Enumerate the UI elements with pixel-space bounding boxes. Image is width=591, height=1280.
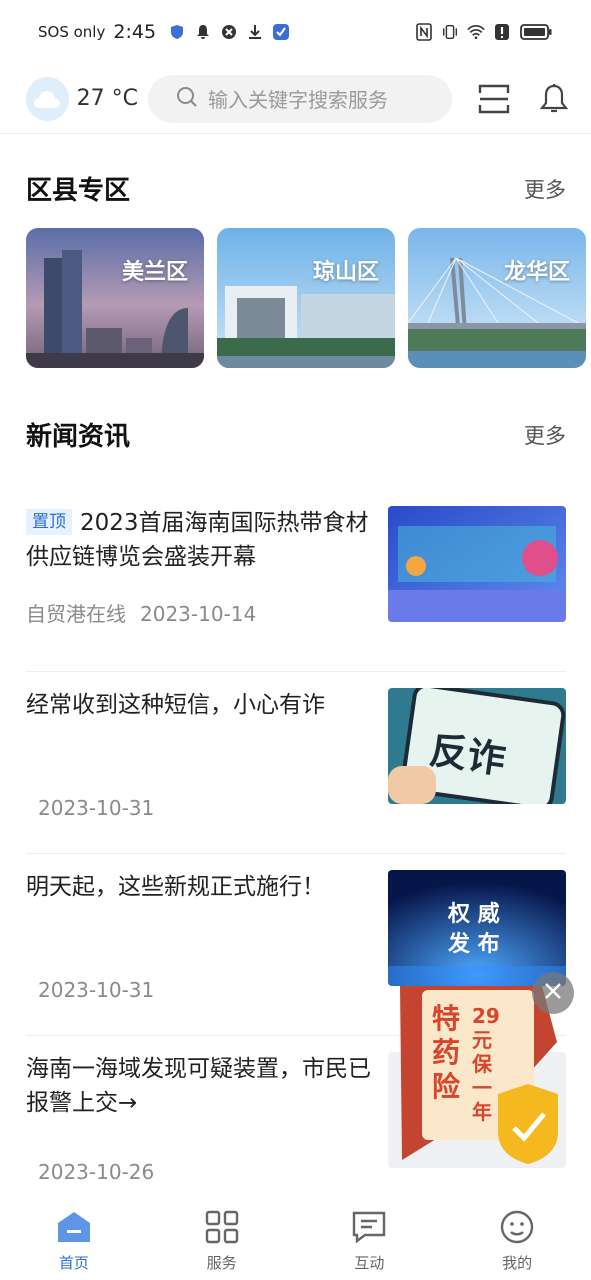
thumb-text: 权 威 [448, 902, 500, 927]
districts-more-link[interactable]: 更多 [524, 174, 566, 204]
grid-icon [205, 1210, 239, 1248]
news-source: 自贸港在线 [26, 602, 126, 626]
news-date: 2023-10-14 [140, 602, 257, 626]
nfc-icon [415, 23, 433, 41]
district-label: 龙华区 [503, 260, 570, 285]
news-date: 2023-10-31 [38, 796, 155, 820]
cloud-icon[interactable] [26, 76, 69, 121]
bell-icon[interactable] [539, 83, 569, 115]
section-title: 新闻资讯 [26, 422, 131, 452]
tab-label: 互动 [354, 1254, 385, 1272]
search-icon [176, 86, 198, 112]
tab-label: 服务 [206, 1254, 237, 1272]
download-icon [246, 23, 264, 41]
news-item[interactable]: 置顶 2023首届海南国际热带食材供应链博览会盛装开幕 自贸港在线 2023-10-… [26, 490, 566, 672]
news-thumbnail: 反诈 [388, 688, 566, 804]
news-thumbnail: 权 威 发 布 [388, 870, 566, 986]
wifi-icon [467, 23, 485, 41]
tab-mine[interactable]: 我的 [443, 1196, 591, 1280]
search-placeholder: 输入关键字搜索服务 [208, 88, 389, 112]
chat-icon [351, 1210, 387, 1248]
scan-icon[interactable] [478, 83, 510, 115]
district-card-meilan[interactable]: 美兰区 [26, 228, 204, 368]
district-label: 琼山区 [312, 260, 379, 285]
news-title: 海南一海域发现可疑装置，市民已报警上交→ [26, 1056, 371, 1116]
tab-interact[interactable]: 互动 [296, 1196, 444, 1280]
news-thumbnail [388, 506, 566, 622]
news-header: 新闻资讯 更多 [26, 416, 566, 453]
vibrate-icon [441, 23, 459, 41]
bottom-tab-bar: 首页 服务 互动 我的 [0, 1196, 591, 1280]
close-icon [544, 982, 562, 1004]
district-list: 美兰区 琼山区 龙华区 [26, 228, 586, 368]
thumb-text: 发 布 [448, 932, 500, 957]
district-card-qiongshan[interactable]: 琼山区 [217, 228, 395, 368]
district-card-longhua[interactable]: 龙华区 [408, 228, 586, 368]
face-icon [500, 1210, 534, 1248]
thumb-text: 反诈 [426, 727, 509, 783]
shield-icon [168, 23, 186, 41]
ad-close-button[interactable] [532, 972, 574, 1014]
notification-bell-icon [194, 23, 212, 41]
news-meta: 自贸港在线 2023-10-14 [26, 598, 256, 627]
tab-home[interactable]: 首页 [0, 1196, 148, 1280]
news-date: 2023-10-31 [38, 978, 155, 1002]
pinned-badge: 置顶 [26, 509, 72, 535]
battery-icon [519, 23, 553, 41]
tab-services[interactable]: 服务 [148, 1196, 296, 1280]
tab-label: 首页 [58, 1254, 89, 1272]
news-title: 置顶 2023首届海南国际热带食材供应链博览会盛装开幕 [26, 509, 369, 570]
news-more-link[interactable]: 更多 [524, 420, 566, 450]
carrier-text: SOS only [38, 23, 106, 41]
news-title: 经常收到这种短信，小心有诈 [26, 692, 325, 718]
district-label: 美兰区 [121, 260, 188, 285]
ad-title: 特药险 [432, 1002, 461, 1103]
top-bar: 27 °C 输入关键字搜索服务 [0, 64, 591, 134]
ad-subtitle: 29元保一年 [472, 1004, 500, 1124]
app-notification-icon [272, 23, 290, 41]
status-bar: SOS only 2:45 [0, 0, 591, 64]
news-date: 2023-10-26 [38, 1160, 155, 1184]
tab-label: 我的 [502, 1254, 533, 1272]
news-item[interactable]: 经常收到这种短信，小心有诈 2023-10-31 反诈 [26, 672, 566, 854]
alert-icon [493, 23, 511, 41]
section-title: 区县专区 [26, 176, 131, 206]
block-icon [220, 23, 238, 41]
search-input[interactable]: 输入关键字搜索服务 [148, 74, 452, 123]
temperature-text: 27 °C [76, 86, 139, 111]
districts-header: 区县专区 更多 [26, 170, 566, 207]
news-title: 明天起，这些新规正式施行！ [26, 874, 325, 900]
clock-time: 2:45 [113, 21, 157, 43]
home-icon [56, 1210, 92, 1248]
